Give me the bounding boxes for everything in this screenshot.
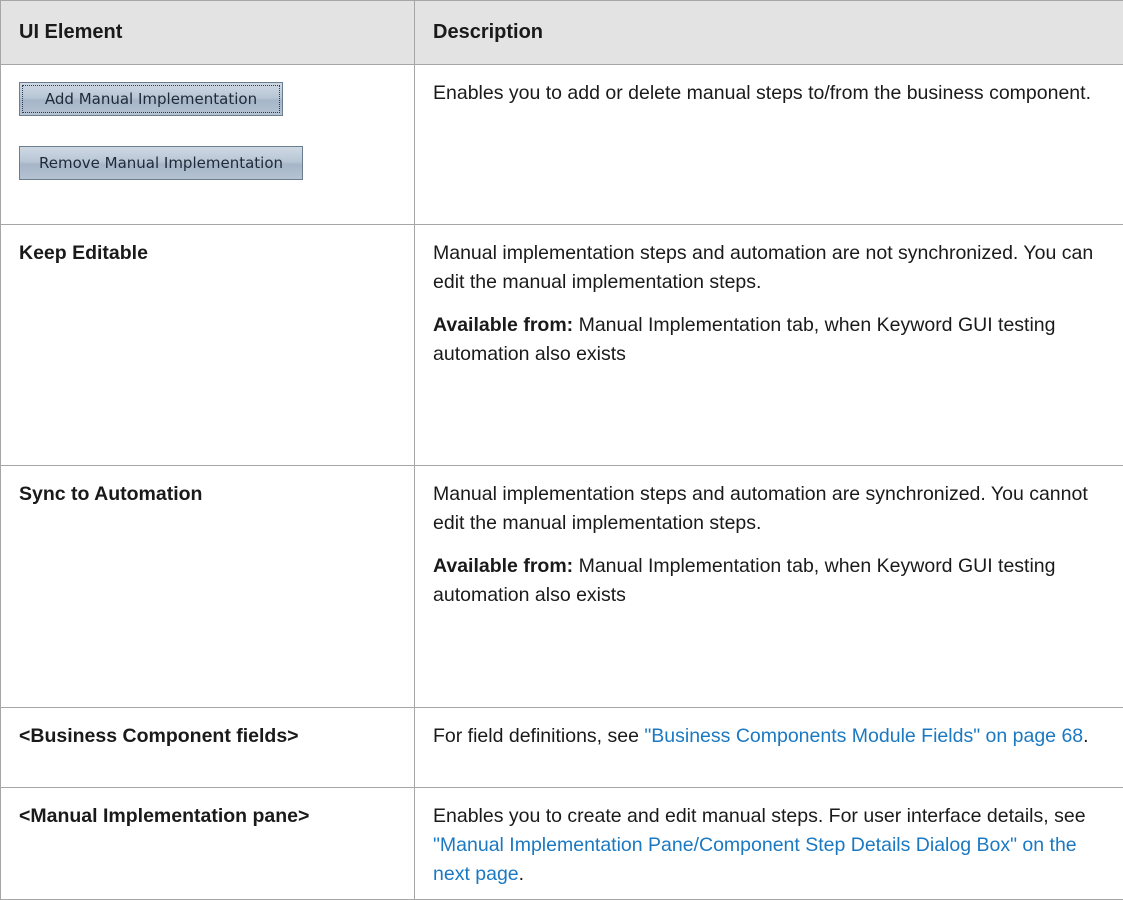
- table-row: <Business Component fields> For field de…: [1, 708, 1123, 788]
- ui-element-cell: Add Manual Implementation Remove Manual …: [1, 65, 415, 225]
- description-cell: Manual implementation steps and automati…: [415, 225, 1123, 466]
- description-suffix: .: [1083, 725, 1088, 747]
- ui-element-name: Sync to Automation: [1, 466, 415, 708]
- description-cell: Enables you to add or delete manual step…: [415, 65, 1123, 225]
- description-text: For field definitions, see "Business Com…: [433, 722, 1117, 751]
- availability-note: Available from: Manual Implementation ta…: [433, 552, 1117, 610]
- table-header-row: UI Element Description: [1, 1, 1123, 65]
- header-description: Description: [415, 1, 1123, 65]
- description-text: Manual implementation steps and automati…: [433, 239, 1117, 297]
- description-suffix: .: [519, 863, 524, 885]
- description-cell: Manual implementation steps and automati…: [415, 466, 1123, 708]
- table-row: Sync to Automation Manual implementation…: [1, 466, 1123, 708]
- remove-manual-implementation-button[interactable]: Remove Manual Implementation: [19, 146, 303, 180]
- description-prefix: Enables you to create and edit manual st…: [433, 805, 1086, 827]
- ui-element-name: Keep Editable: [1, 225, 415, 466]
- available-from-label: Available from:: [433, 555, 573, 577]
- availability-note: Available from: Manual Implementation ta…: [433, 311, 1117, 369]
- table-row: <Manual Implementation pane> Enables you…: [1, 788, 1123, 900]
- description-text: Enables you to create and edit manual st…: [433, 802, 1117, 889]
- manual-implementation-pane-link[interactable]: "Manual Implementation Pane/Component St…: [433, 834, 1077, 885]
- description-cell: For field definitions, see "Business Com…: [415, 708, 1123, 788]
- description-prefix: For field definitions, see: [433, 725, 644, 747]
- description-cell: Enables you to create and edit manual st…: [415, 788, 1123, 900]
- description-text: Manual implementation steps and automati…: [433, 480, 1117, 538]
- description-text: Enables you to add or delete manual step…: [433, 79, 1117, 108]
- header-ui-element: UI Element: [1, 1, 415, 65]
- business-components-fields-link[interactable]: "Business Components Module Fields" on p…: [644, 725, 1083, 747]
- ui-element-name: <Manual Implementation pane>: [1, 788, 415, 900]
- ui-element-name: <Business Component fields>: [1, 708, 415, 788]
- available-from-label: Available from:: [433, 314, 573, 336]
- table-row: Keep Editable Manual implementation step…: [1, 225, 1123, 466]
- ui-elements-table: UI Element Description Add Manual Implem…: [0, 0, 1123, 900]
- table-row: Add Manual Implementation Remove Manual …: [1, 65, 1123, 225]
- add-manual-implementation-button[interactable]: Add Manual Implementation: [19, 82, 283, 116]
